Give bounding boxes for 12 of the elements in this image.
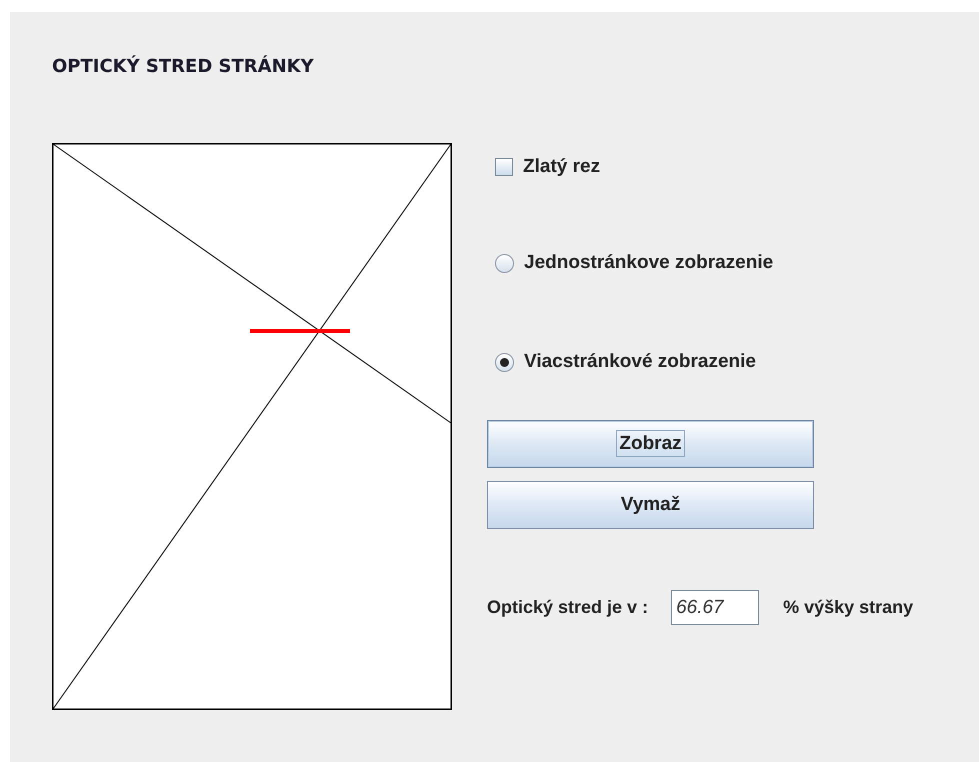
unit-label: % výšky strany: [783, 597, 914, 618]
radio-button[interactable]: [495, 352, 514, 372]
page-title: OPTICKÝ STRED STRÁNKY: [52, 54, 314, 79]
radio-option[interactable]: Viacstránkové zobrazenie: [487, 347, 756, 377]
show-button[interactable]: Zobraz: [487, 420, 814, 468]
checkbox[interactable]: [495, 158, 513, 176]
radio-option[interactable]: Jednostránkove zobrazenie: [487, 248, 774, 278]
result-label: Optický stred je v :: [487, 597, 648, 618]
radio-button[interactable]: [495, 254, 514, 272]
input-field[interactable]: 66.67: [671, 590, 760, 625]
clear-button[interactable]: Vymaž: [487, 481, 814, 529]
golden-ratio-checkbox[interactable]: Zlatý rez: [487, 152, 600, 182]
